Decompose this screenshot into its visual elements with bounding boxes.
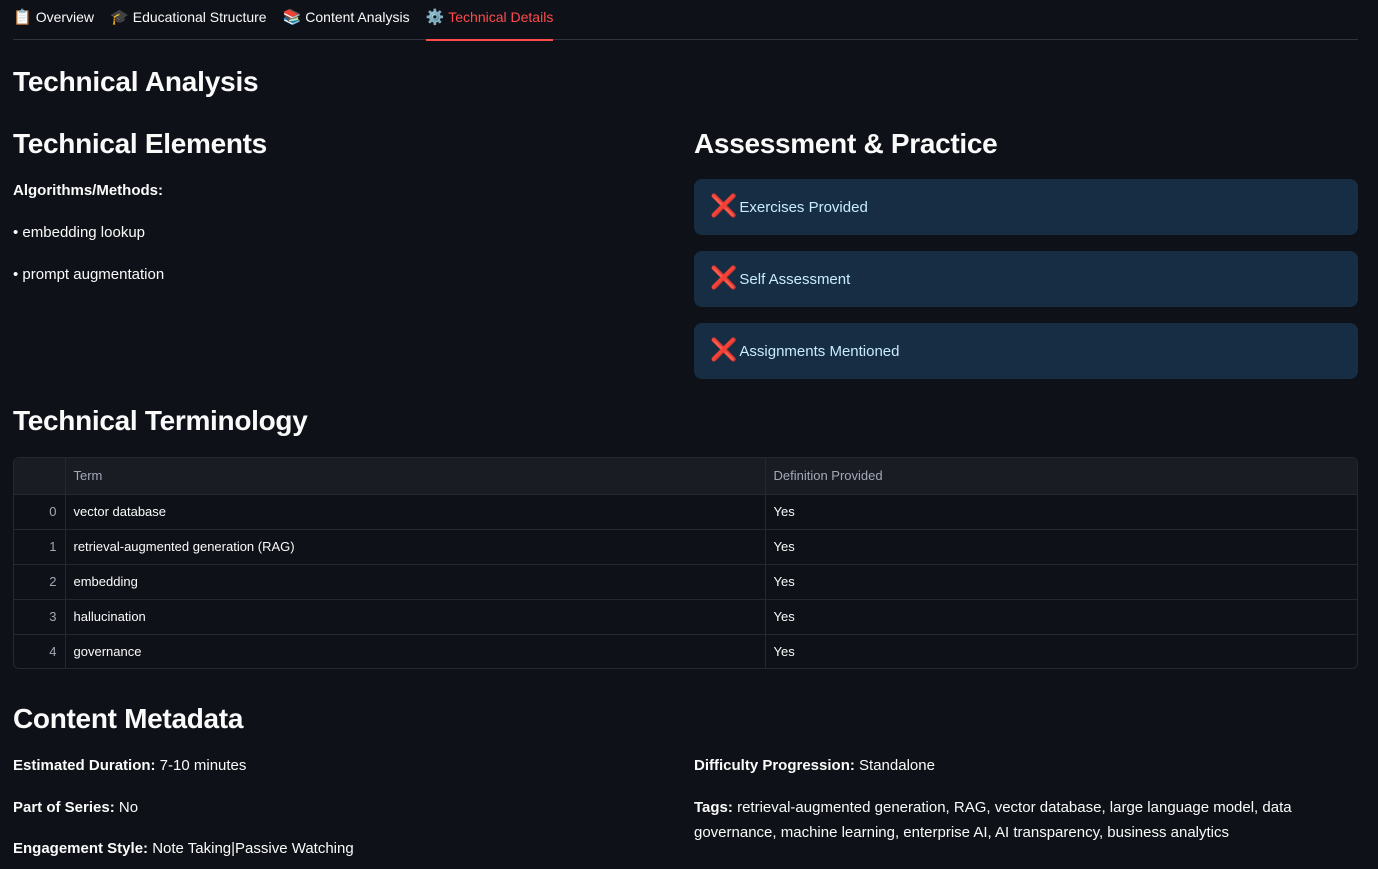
term-cell[interactable]: retrieval-augmented generation (RAG) (65, 529, 766, 565)
page-title: Technical Analysis (13, 66, 259, 97)
assessment-heading: Assessment & Practice (694, 128, 998, 159)
duration-label: Estimated Duration: (13, 757, 156, 774)
definition-cell[interactable]: Yes (765, 599, 1357, 635)
algorithms-label: Algorithms/Methods: (13, 182, 163, 199)
tab-technical-details[interactable]: ⚙️ Technical Details (425, 0, 554, 41)
column-header-term[interactable]: Term (65, 458, 766, 495)
terminology-heading: Technical Terminology (13, 405, 308, 436)
table-row[interactable]: 0 vector database Yes (14, 494, 1357, 530)
term-cell[interactable]: vector database (65, 494, 766, 530)
series-label: Part of Series: (13, 799, 115, 816)
tags-line-continued: governance, machine learning, enterprise… (694, 824, 1230, 841)
clipboard-icon: 📋 (13, 9, 32, 26)
assignments-mentioned-alert: ❌ Assignments Mentioned (694, 323, 1358, 379)
definition-cell[interactable]: Yes (765, 564, 1357, 600)
table-row[interactable]: 1 retrieval-augmented generation (RAG) Y… (14, 529, 1357, 565)
definition-cell[interactable]: Yes (765, 529, 1357, 565)
difficulty-value: Standalone (854, 757, 935, 774)
column-header-index[interactable] (14, 458, 66, 495)
alert-text: Exercises Provided (739, 198, 868, 216)
difficulty-label: Difficulty Progression: (694, 757, 855, 774)
metadata-heading: Content Metadata (13, 703, 244, 734)
duration-value: 7-10 minutes (155, 757, 247, 774)
self-assessment-alert: ❌ Self Assessment (694, 251, 1358, 307)
tab-bar: 📋 Overview 🎓 Educational Structure 📚 Con… (13, 0, 1358, 41)
series-value: No (114, 799, 139, 816)
row-index: 2 (14, 564, 66, 600)
term-cell[interactable]: hallucination (65, 599, 766, 635)
cross-mark-icon: ❌ (710, 194, 738, 219)
table-row[interactable]: 3 hallucination Yes (14, 599, 1357, 635)
tags-label: Tags: (694, 799, 733, 816)
row-index: 4 (14, 634, 66, 668)
cross-mark-icon: ❌ (710, 266, 738, 291)
engagement-value: Note Taking|Passive Watching (148, 840, 354, 857)
definition-cell[interactable]: Yes (765, 634, 1357, 668)
tab-label: Overview (35, 9, 95, 25)
exercises-provided-alert: ❌ Exercises Provided (694, 179, 1358, 235)
row-index: 0 (14, 494, 66, 530)
definition-cell[interactable]: Yes (765, 494, 1357, 530)
gear-icon: ⚙️ (425, 9, 445, 26)
list-item: • embedding lookup (13, 224, 146, 241)
graduation-cap-icon: 🎓 (110, 9, 129, 26)
tags-value: retrieval-augmented generation, RAG, vec… (732, 799, 1292, 816)
alert-text: Self Assessment (739, 270, 851, 288)
terminology-table[interactable]: Term Definition Provided 0 vector databa… (13, 457, 1358, 669)
row-index: 1 (14, 529, 66, 565)
row-index: 3 (14, 599, 66, 635)
term-cell[interactable]: embedding (65, 564, 766, 600)
cross-mark-icon: ❌ (710, 338, 738, 363)
table-header-row: Term Definition Provided (14, 458, 1357, 495)
column-header-definition[interactable]: Definition Provided (765, 458, 1357, 495)
page: 📋 Overview 🎓 Educational Structure 📚 Con… (0, 0, 1378, 869)
tab-label: Technical Details (448, 9, 554, 25)
table-row[interactable]: 4 governance Yes (14, 634, 1357, 668)
tab-label: Educational Structure (132, 9, 267, 25)
series-line: Part of Series: No (13, 799, 138, 816)
difficulty-line: Difficulty Progression: Standalone (694, 757, 935, 774)
table-row[interactable]: 2 embedding Yes (14, 564, 1357, 600)
list-item: • prompt augmentation (13, 266, 165, 283)
duration-line: Estimated Duration: 7-10 minutes (13, 757, 246, 774)
alert-text: Assignments Mentioned (739, 342, 900, 360)
tab-label: Content Analysis (305, 9, 410, 25)
tab-educational-structure[interactable]: 🎓 Educational Structure (110, 0, 267, 40)
term-cell[interactable]: governance (65, 634, 766, 668)
tags-line: Tags: retrieval-augmented generation, RA… (694, 799, 1292, 816)
tab-content-analysis[interactable]: 📚 Content Analysis (283, 0, 410, 40)
tab-overview[interactable]: 📋 Overview (13, 0, 94, 40)
engagement-line: Engagement Style: Note Taking|Passive Wa… (13, 840, 354, 857)
technical-elements-heading: Technical Elements (13, 128, 267, 159)
books-icon: 📚 (282, 9, 302, 26)
engagement-label: Engagement Style: (13, 840, 149, 857)
